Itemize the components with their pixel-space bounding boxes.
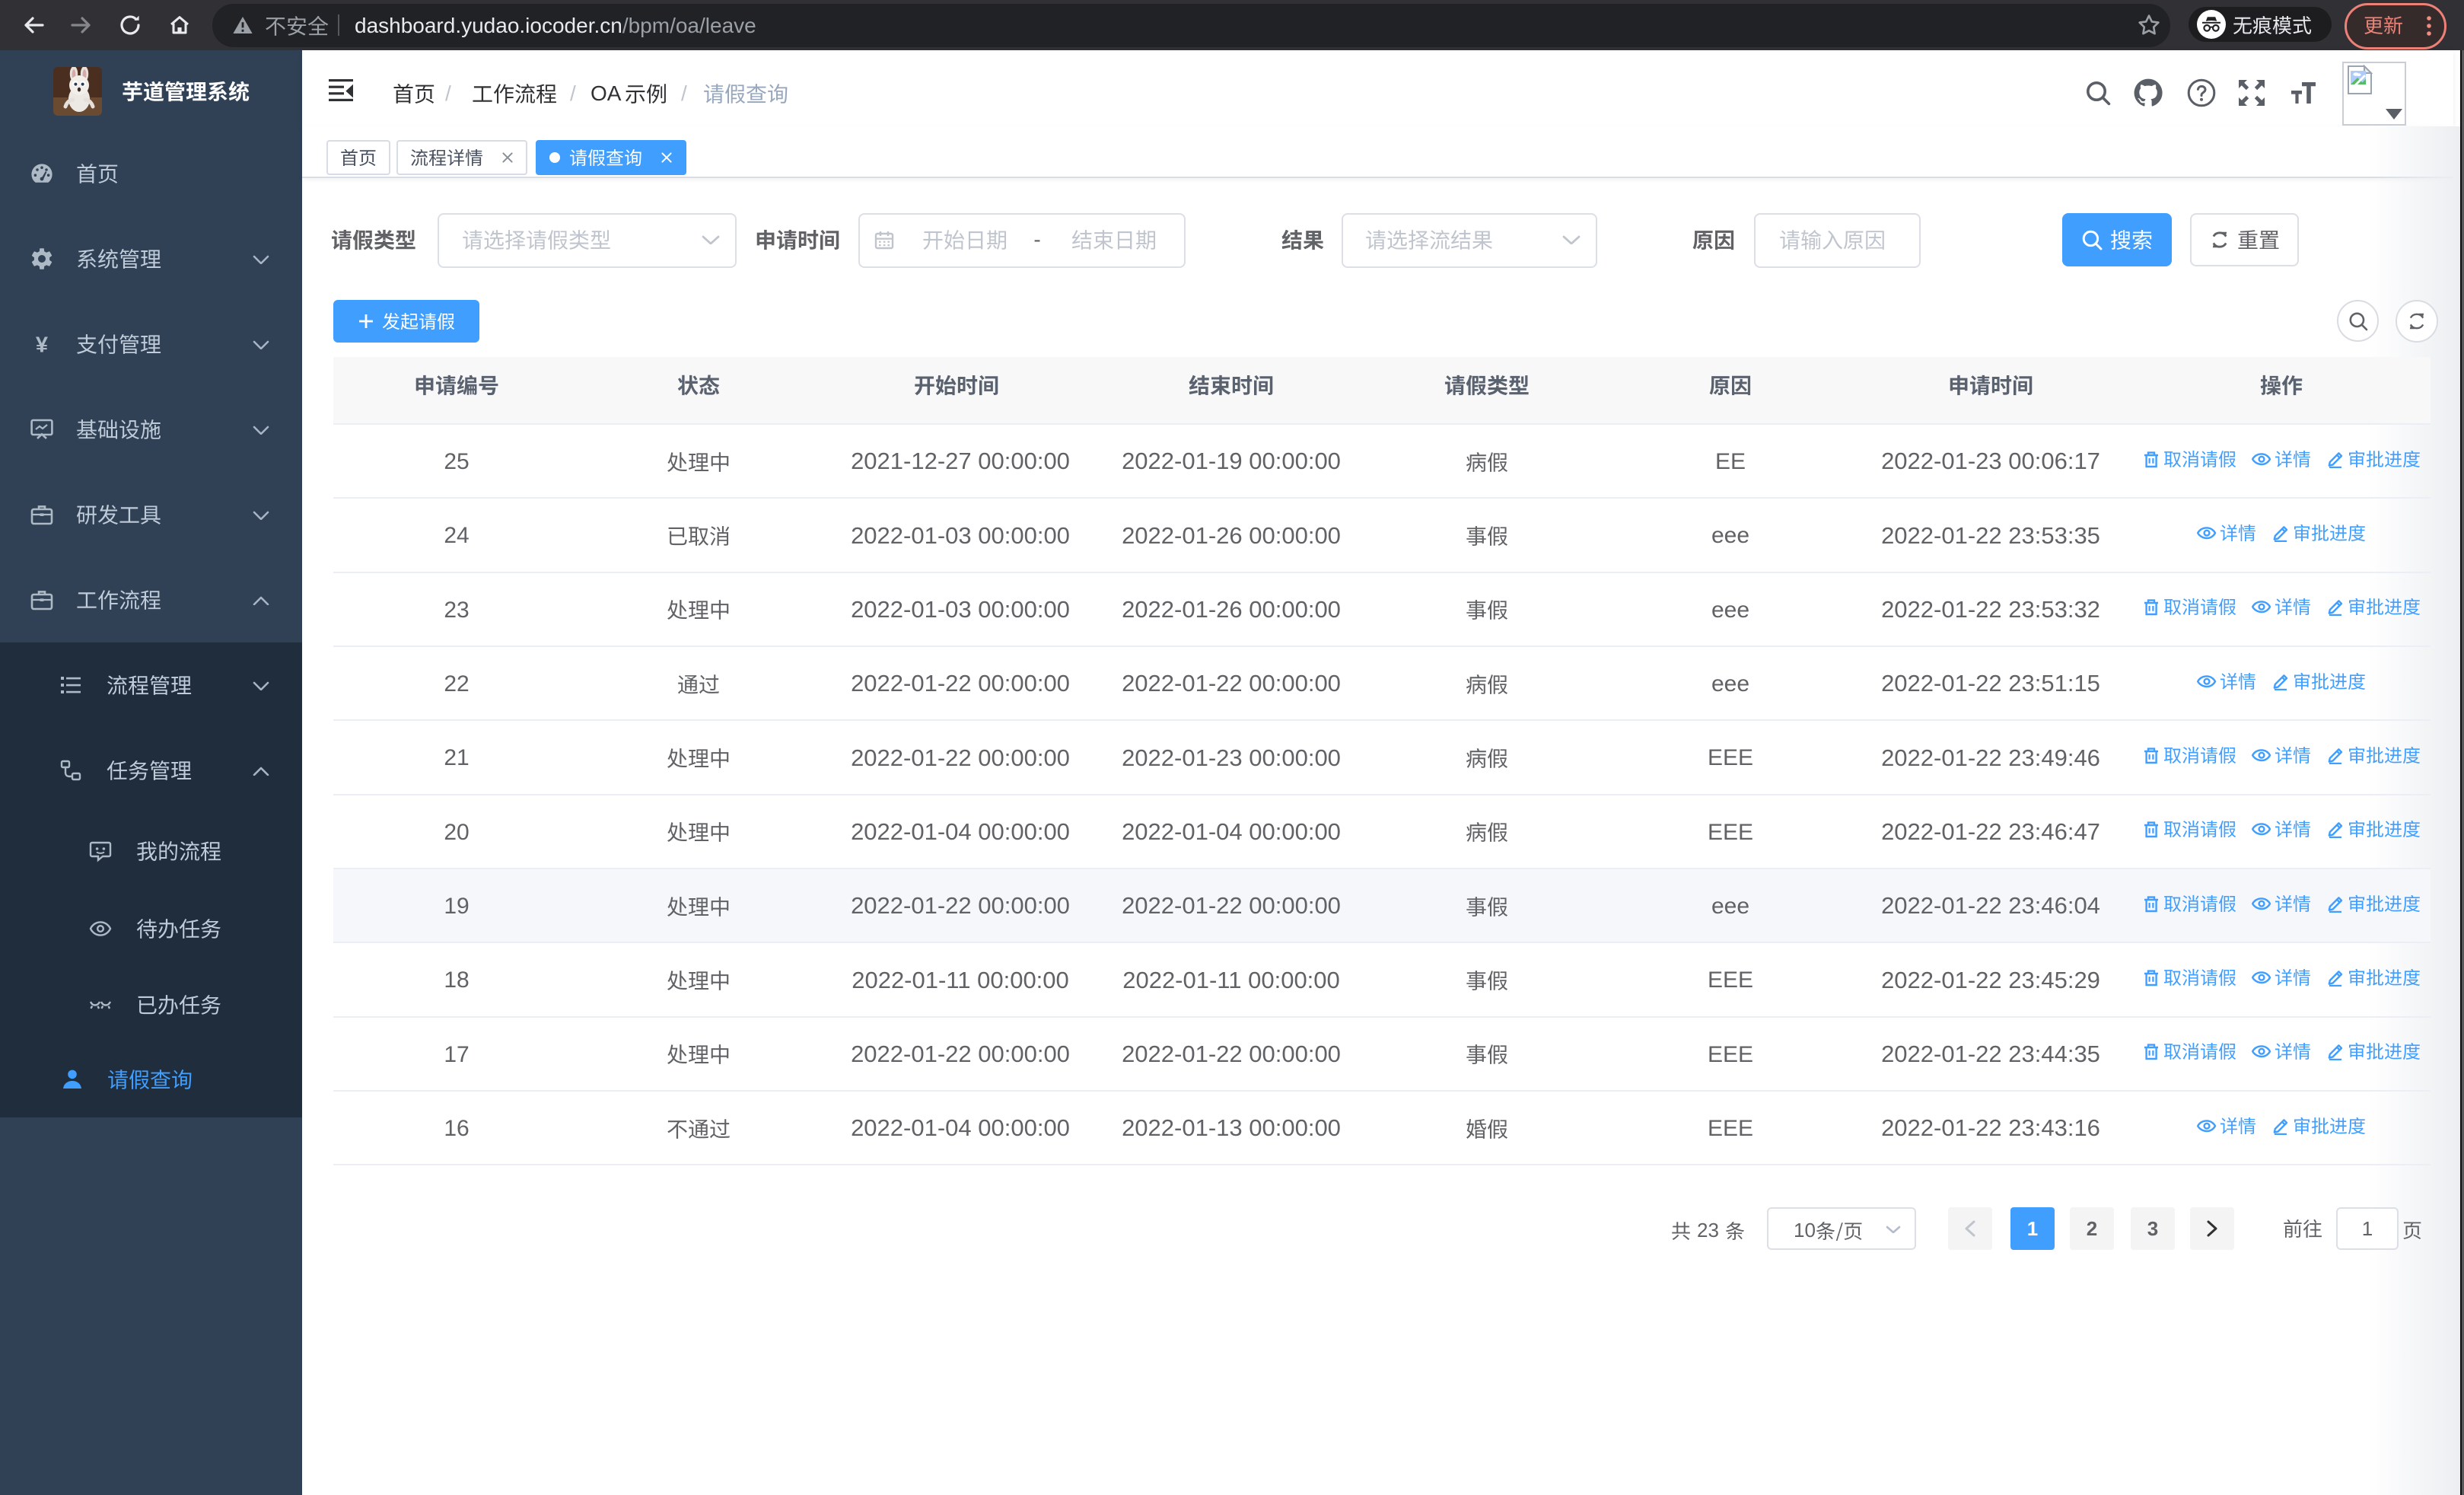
svg-text:¥: ¥ xyxy=(36,333,48,355)
